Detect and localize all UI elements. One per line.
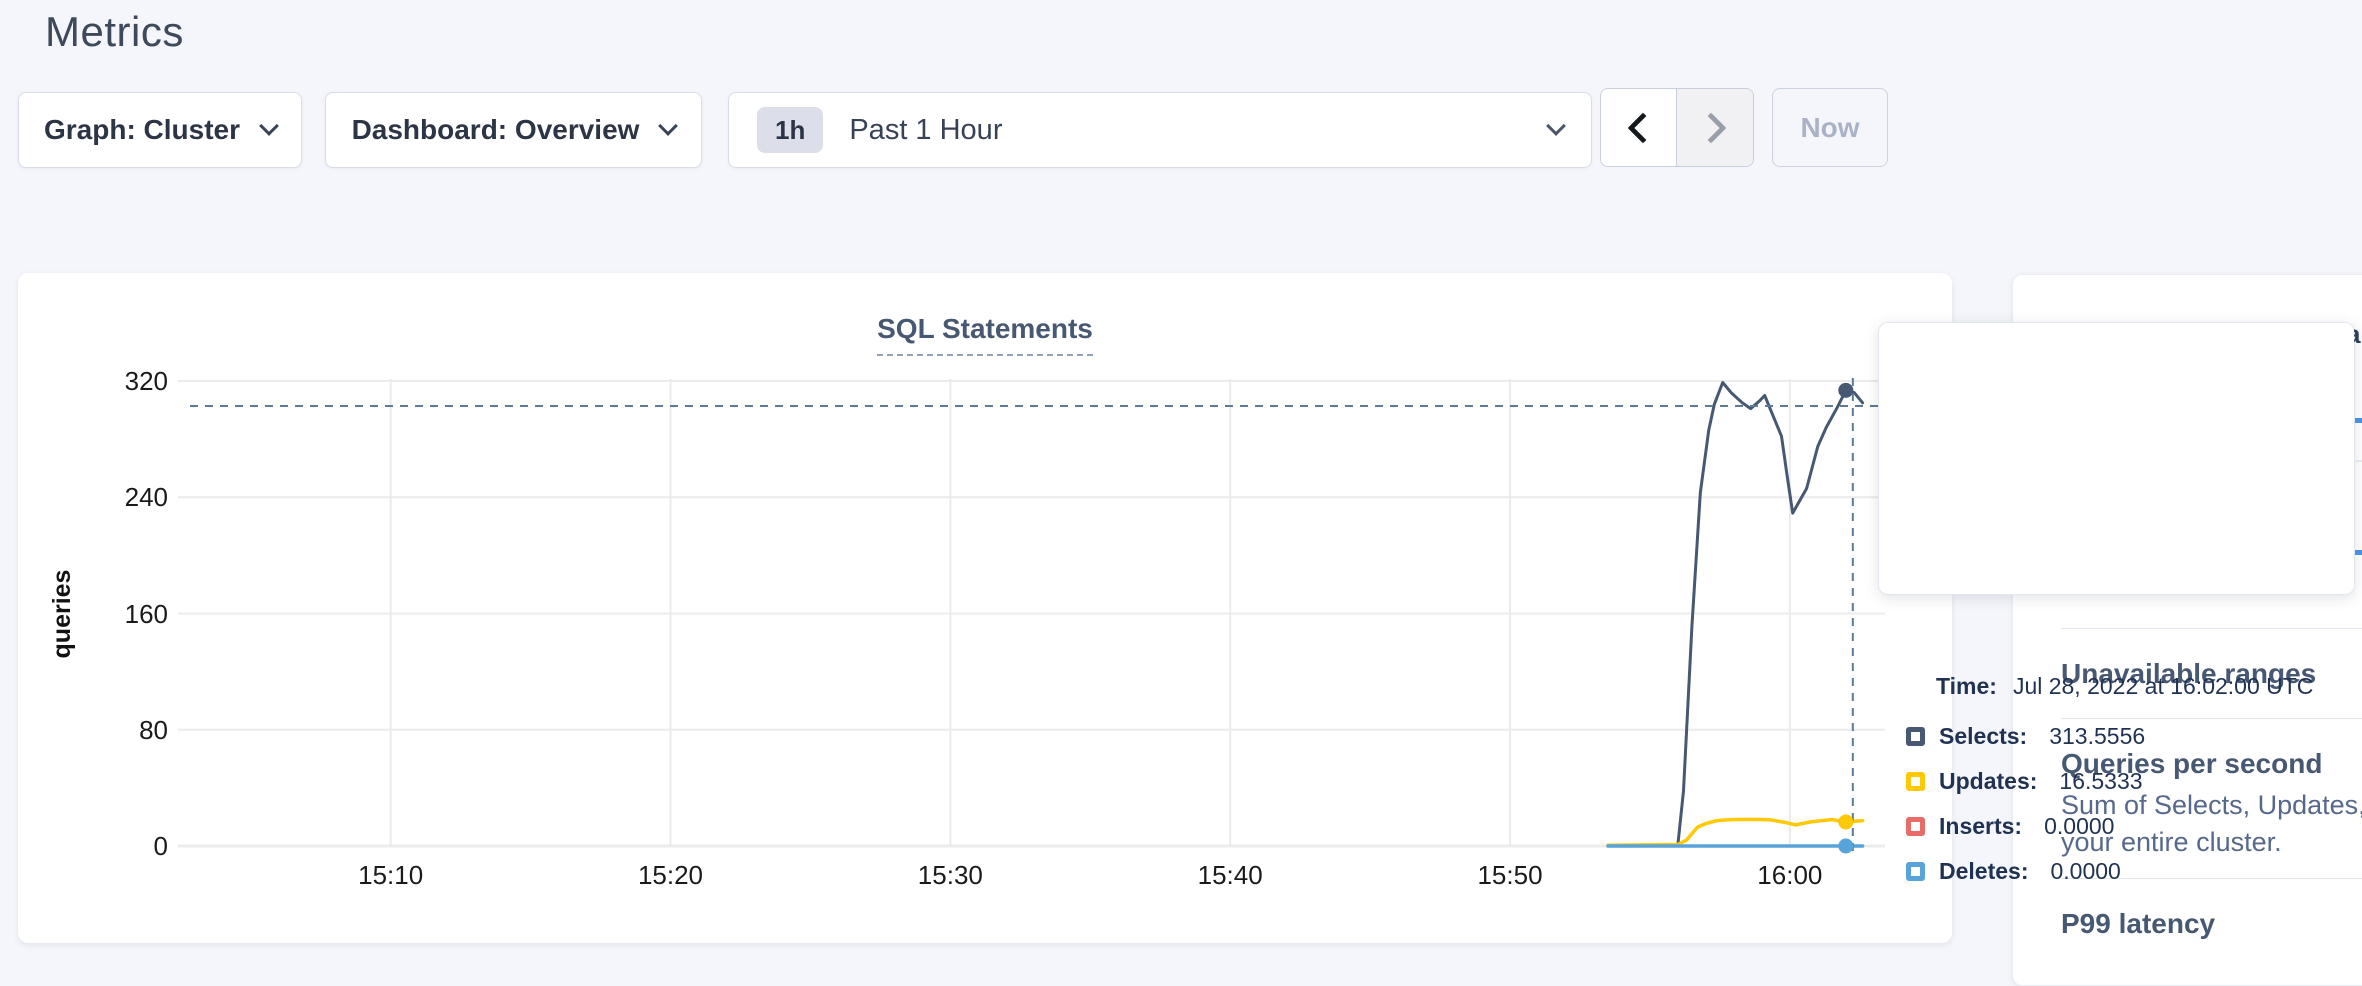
x-axis-tick-label: 15:10 [321,860,461,891]
time-range-selector[interactable]: 1h Past 1 Hour [728,92,1592,168]
chevron-left-icon [1627,112,1658,143]
tooltip-time-row: Time:Jul 28, 2022 at 16:02:00 UTC [1936,673,2313,700]
tooltip-series-row: Deletes: 0.0000 [1906,858,2121,885]
y-axis-tick-label: 80 [88,715,168,746]
next-timespan-button[interactable] [1677,89,1753,166]
selects-series-swatch-icon [1906,727,1925,746]
clipped-text-fragment: a [2354,319,2362,343]
divider [2355,460,2362,462]
chevron-down-icon [1546,116,1566,136]
tooltip-series-row: Selects: 313.5556 [1906,723,2145,750]
previous-timespan-button[interactable] [1601,89,1677,166]
page-title: Metrics [45,8,184,56]
time-range-label: Past 1 Hour [849,114,1523,147]
dashboard-label: Dashboard: Overview [352,114,640,146]
chevron-right-icon [1695,112,1726,143]
sql-statements-chart-card: SQL Statements [18,273,1952,943]
chart-hover-tooltip: Time:Jul 28, 2022 at 16:02:00 UTC Select… [1878,322,2355,595]
x-axis-tick-label: 15:20 [601,860,741,891]
deletes-series-swatch-icon [1906,862,1925,881]
y-axis-tick-label: 160 [88,599,168,630]
divider [2061,628,2362,629]
graph-scope-label: Graph: Cluster [44,114,240,146]
y-axis-tick-label: 240 [88,482,168,513]
clipped-link-fragment [2355,418,2362,423]
sidebar-item-p99-latency[interactable]: P99 latency [2061,908,2215,940]
now-button[interactable]: Now [1772,88,1888,167]
clipped-link-fragment [2355,550,2362,555]
tooltip-series-row: Updates: 16.5333 [1906,768,2143,795]
chevron-down-icon [259,116,279,136]
x-axis-tick-label: 15:30 [880,860,1020,891]
chart-title[interactable]: SQL Statements [877,313,1093,356]
y-axis-tick-label: 0 [88,831,168,862]
divider [2061,718,2362,719]
x-axis-tick-label: 15:50 [1440,860,1580,891]
metrics-page: { "page": { "title": "Metrics" }, "toolb… [0,0,2362,966]
time-step-button-group [1600,88,1754,167]
chevron-down-icon [659,116,679,136]
x-axis-tick-label: 15:40 [1160,860,1300,891]
updates-series-swatch-icon [1906,772,1925,791]
inserts-series-swatch-icon [1906,817,1925,836]
tooltip-series-row: Inserts: 0.0000 [1906,813,2114,840]
y-axis-tick-label: 320 [88,366,168,397]
dashboard-dropdown[interactable]: Dashboard: Overview [325,92,702,168]
time-range-badge: 1h [757,107,823,153]
graph-scope-dropdown[interactable]: Graph: Cluster [18,92,302,168]
x-axis-tick-label: 16:00 [1720,860,1860,891]
